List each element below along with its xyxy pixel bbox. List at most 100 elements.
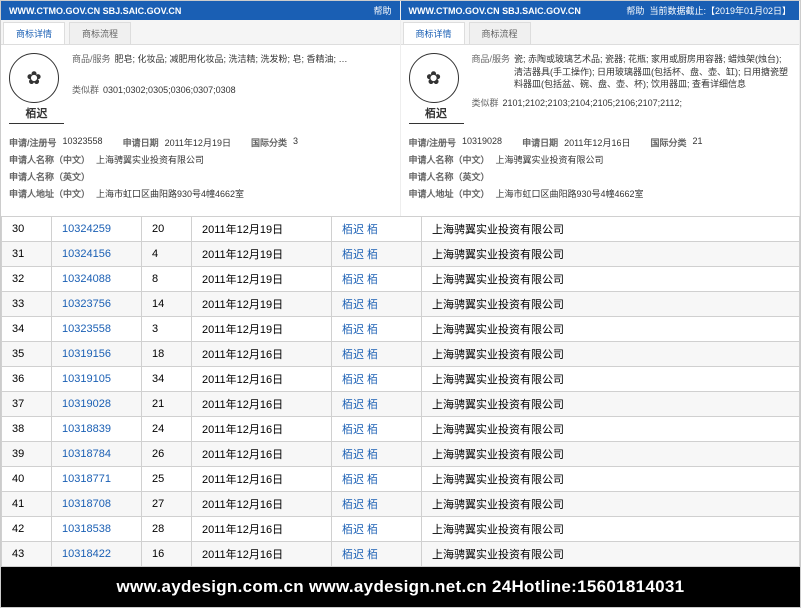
table-row[interactable]: 3710319028212011年12月16日栢迟 栢上海骋翼实业投资有限公司 [2,392,800,417]
reg-number[interactable]: 10318538 [52,517,142,542]
lbl-regno: 申请/注册号 [9,136,57,149]
table-row[interactable]: 3910318784262011年12月16日栢迟 栢上海骋翼实业投资有限公司 [2,442,800,467]
mark-name[interactable]: 栢迟 栢 [332,267,422,292]
help-link[interactable]: 帮助 [626,6,644,16]
reg-number[interactable]: 10324156 [52,242,142,267]
val-goods: 肥皂; 化妆品; 减肥用化妆品; 洗洁精; 洗发粉; 皂; 香精油; … [115,53,348,66]
meta-rows-right: 申请/注册号10319028 申请日期2011年12月16日 国际分类21 申请… [401,132,800,208]
intl-class: 27 [142,492,192,517]
table-row[interactable]: 321032408882011年12月19日栢迟 栢上海骋翼实业投资有限公司 [2,267,800,292]
row-index: 36 [2,367,52,392]
val-similar: 2101;2102;2103;2104;2105;2106;2107;2112; [503,97,683,110]
footer-url-2[interactable]: www.aydesign.net.cn [309,577,487,596]
app-date: 2011年12月16日 [192,492,332,517]
mark-name[interactable]: 栢迟 栢 [332,342,422,367]
app-date: 2011年12月16日 [192,467,332,492]
table-row[interactable]: 4210318538282011年12月16日栢迟 栢上海骋翼实业投资有限公司 [2,517,800,542]
val-addrcn: 上海市虹口区曲阳路930号4幢4662室 [96,187,244,200]
reg-number[interactable]: 10318784 [52,442,142,467]
table-row[interactable]: 3810318839242011年12月16日栢迟 栢上海骋翼实业投资有限公司 [2,417,800,442]
mark-name[interactable]: 栢迟 栢 [332,417,422,442]
applicant: 上海骋翼实业投资有限公司 [422,217,800,242]
reg-number[interactable]: 10324259 [52,217,142,242]
mark-name[interactable]: 栢迟 栢 [332,517,422,542]
row-index: 39 [2,442,52,467]
row-index: 37 [2,392,52,417]
footer-url-1[interactable]: www.aydesign.com.cn [117,577,304,596]
val-intlclass: 21 [692,136,702,149]
intl-class: 8 [142,267,192,292]
mark-name[interactable]: 栢迟 栢 [332,217,422,242]
reg-number[interactable]: 10318771 [52,467,142,492]
intl-class: 20 [142,217,192,242]
logo-col: ✿ 栢迟 [9,53,64,124]
val-goods: 瓷; 赤陶或玻璃艺术品; 瓷器; 花瓶; 家用或厨房用容器; 蜡烛架(烛台); … [514,53,791,91]
lbl-namecn: 申请人名称（中文） [9,153,90,166]
applicant: 上海骋翼实业投资有限公司 [422,367,800,392]
mark-name[interactable]: 栢迟 栢 [332,292,422,317]
container: WWW.CTMO.GOV.CN SBJ.SAIC.GOV.CN 帮助 商标详情 … [0,0,801,608]
row-index: 40 [2,467,52,492]
table-row[interactable]: 3310323756142011年12月19日栢迟 栢上海骋翼实业投资有限公司 [2,292,800,317]
help-link[interactable]: 帮助 [373,4,391,17]
reg-number[interactable]: 10318839 [52,417,142,442]
panel-body-right: ✿ 栢迟 商品/服务瓷; 赤陶或玻璃艺术品; 瓷器; 花瓶; 家用或厨房用容器;… [401,45,800,132]
applicant: 上海骋翼实业投资有限公司 [422,267,800,292]
lbl-nameen: 申请人名称（英文） [9,170,90,183]
mark-name[interactable]: 栢迟 栢 [332,367,422,392]
app-date: 2011年12月19日 [192,267,332,292]
panel-right: WWW.CTMO.GOV.CN SBJ.SAIC.GOV.CN 帮助 当前数据截… [401,1,801,216]
reg-number[interactable]: 10319105 [52,367,142,392]
snapshot-date: 当前数据截止:【2019年01月02日】 [649,6,791,16]
tab-process[interactable]: 商标流程 [469,22,531,44]
mark-name[interactable]: 栢迟 栢 [332,392,422,417]
app-date: 2011年12月16日 [192,342,332,367]
table-row[interactable]: 341032355832011年12月19日栢迟 栢上海骋翼实业投资有限公司 [2,317,800,342]
reg-number[interactable]: 10323558 [52,317,142,342]
reg-number[interactable]: 10323756 [52,292,142,317]
trademark-name: 栢迟 [409,105,464,124]
lbl-appdate: 申请日期 [123,136,159,149]
lbl-addrcn: 申请人地址（中文） [409,187,490,200]
table-row[interactable]: 3510319156182011年12月16日栢迟 栢上海骋翼实业投资有限公司 [2,342,800,367]
table-row[interactable]: 4110318708272011年12月16日栢迟 栢上海骋翼实业投资有限公司 [2,492,800,517]
mark-name[interactable]: 栢迟 栢 [332,442,422,467]
reg-number[interactable]: 10319156 [52,342,142,367]
val-addrcn: 上海市虹口区曲阳路930号4幢4662室 [496,187,644,200]
tab-process[interactable]: 商标流程 [69,22,131,44]
tabs-left: 商标详情 商标流程 [1,20,400,45]
row-index: 42 [2,517,52,542]
reg-number[interactable]: 10318708 [52,492,142,517]
table-row[interactable]: 3610319105342011年12月16日栢迟 栢上海骋翼实业投资有限公司 [2,367,800,392]
intl-class: 18 [142,342,192,367]
reg-number[interactable]: 10324088 [52,267,142,292]
lbl-addrcn: 申请人地址（中文） [9,187,90,200]
reg-number[interactable]: 10319028 [52,392,142,417]
results-table: 3010324259202011年12月19日栢迟 栢上海骋翼实业投资有限公司3… [1,216,800,567]
mark-name[interactable]: 栢迟 栢 [332,317,422,342]
app-date: 2011年12月19日 [192,217,332,242]
lbl-similar: 类似群 [72,84,99,97]
footer-bar: www.aydesign.com.cn www.aydesign.net.cn … [1,567,800,607]
intl-class: 25 [142,467,192,492]
tab-detail[interactable]: 商标详情 [3,22,65,44]
val-namecn: 上海骋翼实业投资有限公司 [496,153,604,166]
tab-detail[interactable]: 商标详情 [403,22,465,44]
table-row[interactable]: 311032415642011年12月19日栢迟 栢上海骋翼实业投资有限公司 [2,242,800,267]
intl-class: 34 [142,367,192,392]
lbl-regno: 申请/注册号 [409,136,457,149]
table-row[interactable]: 4010318771252011年12月16日栢迟 栢上海骋翼实业投资有限公司 [2,467,800,492]
lbl-intlclass: 国际分类 [650,136,686,149]
meta-rows-left: 申请/注册号10323558 申请日期2011年12月19日 国际分类3 申请人… [1,132,400,208]
lbl-appdate: 申请日期 [522,136,558,149]
applicant: 上海骋翼实业投资有限公司 [422,492,800,517]
site-url: WWW.CTMO.GOV.CN SBJ.SAIC.GOV.CN [9,6,181,16]
footer-hotline-label: 24Hotline: [492,577,577,596]
mark-name[interactable]: 栢迟 栢 [332,467,422,492]
mark-name[interactable]: 栢迟 栢 [332,242,422,267]
table-row[interactable]: 3010324259202011年12月19日栢迟 栢上海骋翼实业投资有限公司 [2,217,800,242]
footer-hotline-number[interactable]: 15601814031 [577,577,684,596]
app-date: 2011年12月16日 [192,517,332,542]
mark-name[interactable]: 栢迟 栢 [332,492,422,517]
applicant: 上海骋翼实业投资有限公司 [422,342,800,367]
